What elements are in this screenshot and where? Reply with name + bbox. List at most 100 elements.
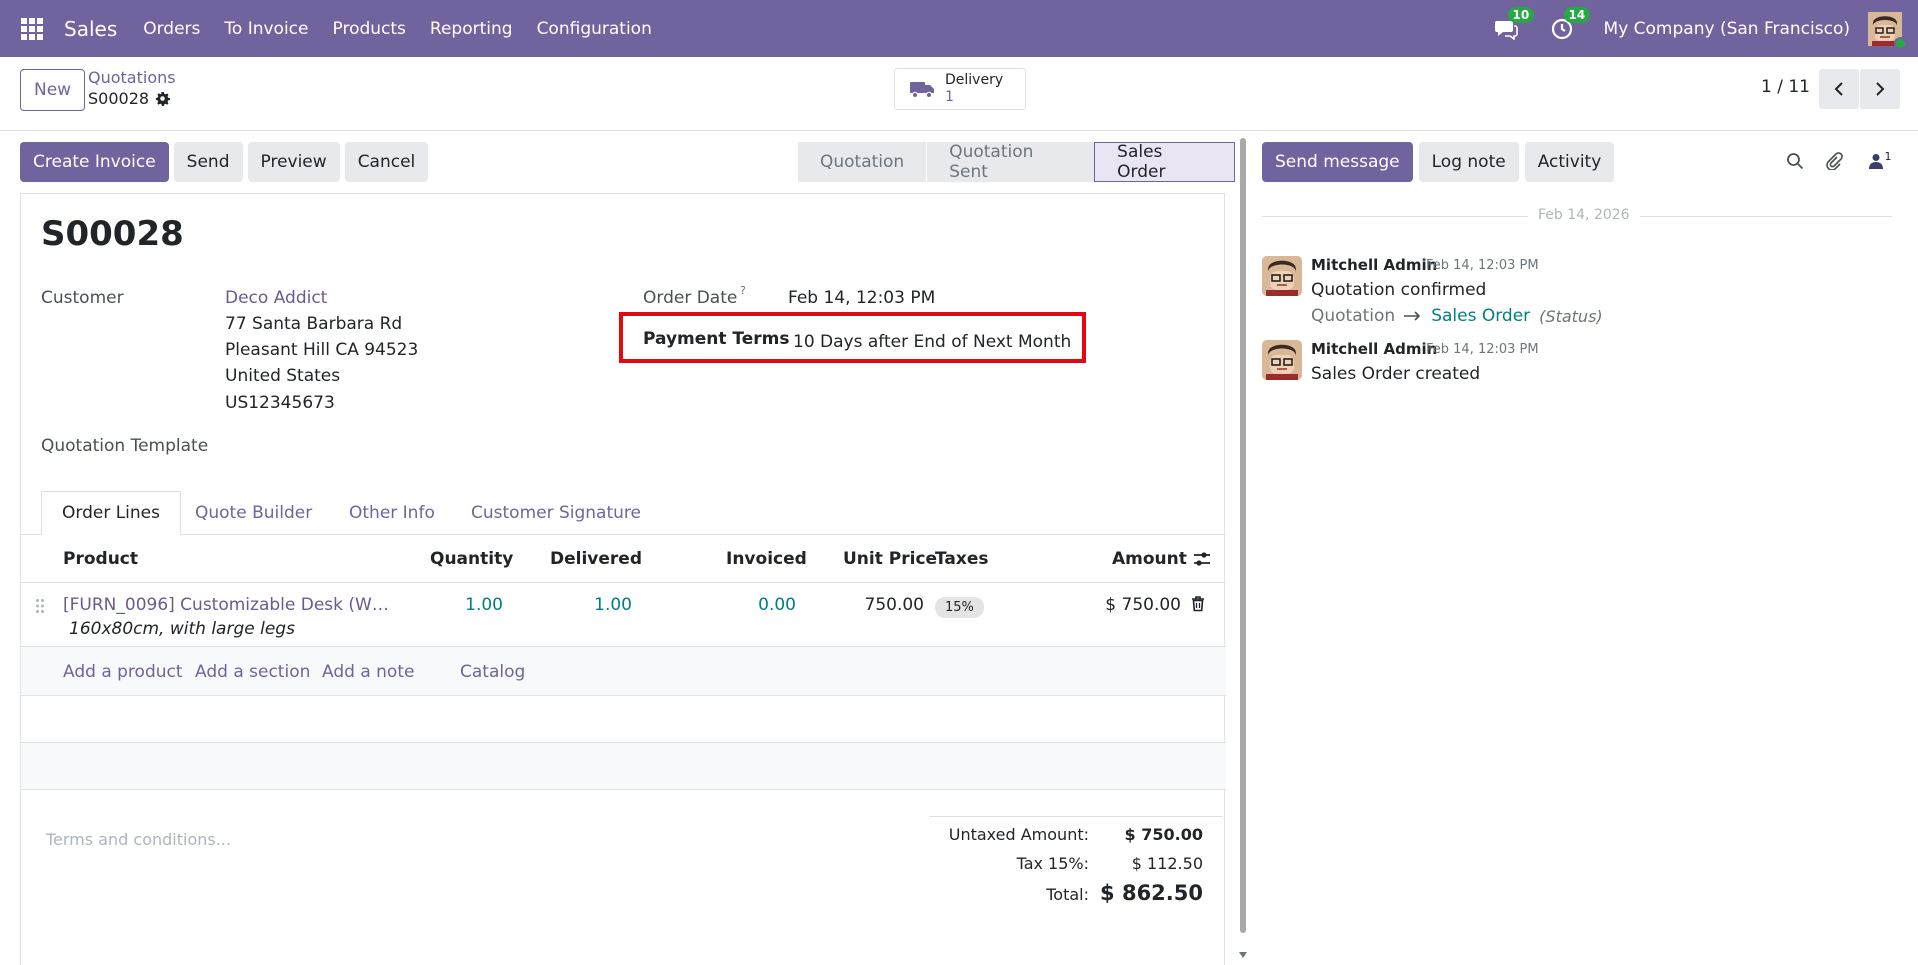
address-line-country: United States [225,366,341,386]
search-icon[interactable] [1784,150,1806,172]
messages-button[interactable]: 10 [1492,6,1535,43]
message-author[interactable]: Mitchell Admin [1311,340,1437,358]
messages-badge: 10 [1507,6,1535,23]
menu-reporting[interactable]: Reporting [430,19,513,39]
payment-terms-field[interactable]: 10 Days after End of Next Month [793,332,1071,352]
line-product[interactable]: [FURN_0096] Customizable Desk (W… [63,595,389,615]
tab-other-info[interactable]: Other Info [349,491,435,535]
tax-label: Tax 15%: [1016,854,1089,873]
menu-to-invoice[interactable]: To Invoice [224,19,308,39]
stage-sales-order[interactable]: Sales Order [1094,142,1235,182]
col-delivered[interactable]: Delivered [550,549,642,569]
add-section-link[interactable]: Add a section [195,662,310,682]
line-quantity[interactable]: 1.00 [465,595,503,615]
col-amount[interactable]: Amount [1112,549,1187,569]
chevron-left-icon [1834,82,1843,96]
delivery-label: Delivery [945,72,1004,88]
drag-handle-icon[interactable] [35,598,45,614]
breadcrumb-current-label: S00028 [88,89,150,108]
scroll-down-arrow-icon[interactable] [1239,952,1247,958]
tab-customer-signature[interactable]: Customer Signature [471,491,641,535]
send-button[interactable]: Send [173,142,243,182]
preview-button[interactable]: Preview [247,142,340,182]
col-invoiced[interactable]: Invoiced [726,549,807,569]
col-unit-price[interactable]: Unit Price [843,549,937,569]
line-unit-price[interactable]: 750.00 [865,595,924,615]
customer-name-link[interactable]: Deco Addict [225,288,327,308]
form-scrollbar[interactable] [1238,135,1248,965]
truck-icon [910,82,934,99]
menu-orders[interactable]: Orders [143,19,200,39]
tracking-value: Quotation Sales Order (Status) [1311,306,1603,326]
tax-value: $ 112.50 [1131,854,1203,873]
breadcrumb-quotations[interactable]: Quotations [88,68,176,87]
settings-sliders-icon[interactable] [1193,551,1211,567]
new-button[interactable]: New [20,69,86,111]
log-note-button[interactable]: Log note [1418,142,1519,182]
stage-quotation-sent[interactable]: Quotation Sent [926,142,1095,182]
pager-value[interactable]: 1 / 11 [1761,77,1810,97]
online-status-dot [1894,36,1907,50]
gear-icon[interactable] [155,91,170,106]
activities-button[interactable]: 14 [1548,6,1591,43]
line-description[interactable]: 160x80cm, with large legs [69,619,295,639]
add-product-link[interactable]: Add a product [63,662,183,682]
order-name: S00028 [41,214,184,254]
apps-grid-icon[interactable] [21,17,43,40]
send-message-button[interactable]: Send message [1262,142,1413,182]
delivery-smart-button[interactable]: Delivery 1 [894,68,1026,110]
menu-products[interactable]: Products [333,19,406,39]
activity-button[interactable]: Activity [1524,142,1615,182]
avatar[interactable] [1262,340,1302,380]
totals-block: Untaxed Amount: $ 750.00 Tax 15%: $ 112.… [929,816,1223,905]
address-line-city: Pleasant Hill CA 94523 [225,340,419,360]
catalog-link[interactable]: Catalog [460,662,525,682]
followers-button[interactable]: 1 [1862,150,1898,172]
control-panel: New Quotations S00028 Delivery 1 1 / 11 [0,57,1918,131]
trash-icon[interactable] [1191,596,1205,612]
col-quantity[interactable]: Quantity [430,549,513,569]
delivery-count: 1 [945,89,954,105]
line-delivered[interactable]: 1.00 [594,595,632,615]
tab-order-lines[interactable]: Order Lines [41,491,181,535]
tax-tag[interactable]: 15% [935,597,984,618]
terms-input[interactable]: Terms and conditions... [46,830,231,849]
cancel-button[interactable]: Cancel [344,142,429,182]
date-separator-label: Feb 14, 2026 [1528,207,1640,223]
message-body: Quotation confirmed [1311,280,1487,300]
add-note-link[interactable]: Add a note [322,662,414,682]
message-body: Sales Order created [1311,364,1481,384]
avatar[interactable] [1262,256,1302,296]
scrollbar-thumb[interactable] [1240,138,1246,933]
company-switcher[interactable]: My Company (San Francisco) [1604,19,1850,39]
col-product[interactable]: Product [63,549,138,569]
user-avatar[interactable] [1868,11,1907,50]
pager-next-button[interactable] [1860,69,1900,109]
table-row[interactable]: [FURN_0096] Customizable Desk (W… 160x80… [21,583,1226,647]
chevron-right-icon [1876,82,1885,96]
app-name[interactable]: Sales [64,17,117,41]
empty-row [21,696,1226,743]
form-sheet: S00028 Customer Deco Addict 77 Santa Bar… [20,193,1226,965]
top-navbar: Sales Orders To Invoice Products Reporti… [0,0,1918,57]
order-date-label: Order Date [643,288,738,308]
line-invoiced[interactable]: 0.00 [758,595,796,615]
chatter-buttons: Send message Log note Activity [1262,142,1615,182]
tab-quote-builder[interactable]: Quote Builder [195,491,312,535]
notebook-tabs: Order Lines Quote Builder Other Info Cus… [21,491,1226,535]
order-lines-header: Product Quantity Delivered Invoiced Unit… [21,535,1226,583]
line-amount: $ 750.00 [1105,595,1181,615]
order-date-help-icon[interactable]: ? [740,284,746,297]
message-author[interactable]: Mitchell Admin [1311,256,1437,274]
payment-terms-label: Payment Terms [643,329,790,349]
order-date-field[interactable]: Feb 14, 12:03 PM [788,288,935,308]
col-taxes[interactable]: Taxes [935,549,989,569]
breadcrumb-current: S00028 [88,89,170,108]
stage-quotation[interactable]: Quotation [798,142,927,182]
menu-configuration[interactable]: Configuration [537,19,652,39]
create-invoice-button[interactable]: Create Invoice [20,142,169,182]
pager-previous-button[interactable] [1819,69,1859,109]
arrow-right-icon [1404,311,1421,321]
paperclip-icon[interactable] [1823,150,1845,172]
activities-badge: 14 [1563,6,1591,23]
